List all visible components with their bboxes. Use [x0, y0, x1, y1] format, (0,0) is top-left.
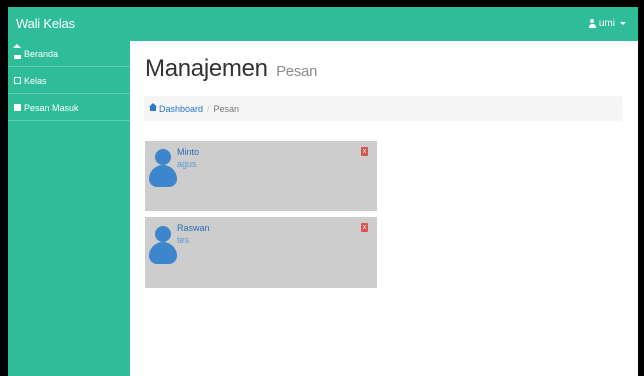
avatar	[149, 226, 177, 264]
screen-frame: Wali Kelas umi Beranda Kelas Pesan Masuk	[0, 0, 644, 376]
home-icon	[148, 102, 157, 111]
brand-link[interactable]: Wali Kelas	[16, 16, 75, 31]
user-menu[interactable]: umi	[588, 18, 626, 29]
avatar-body	[149, 165, 177, 187]
sidebar-item-label: Beranda	[24, 48, 59, 59]
sidebar-item-pesan-masuk[interactable]: Pesan Masuk	[8, 95, 130, 121]
breadcrumb-home-label: Dashboard	[159, 103, 204, 114]
home-icon	[13, 44, 21, 59]
message-text: agus	[177, 159, 197, 169]
sidebar-item-label: Kelas	[24, 75, 47, 86]
breadcrumb-current: Pesan	[213, 103, 240, 114]
top-navbar: Wali Kelas umi	[8, 7, 638, 41]
page-title-text: Manajemen	[145, 55, 268, 82]
delete-button[interactable]: x	[361, 147, 368, 156]
avatar-body	[149, 242, 177, 264]
message-card[interactable]: Raswan tes x	[145, 217, 377, 288]
breadcrumb-separator: /	[207, 103, 210, 114]
sidebar-item-label: Pesan Masuk	[24, 102, 79, 113]
avatar-head	[155, 226, 171, 242]
sidebar: Beranda Kelas Pesan Masuk	[8, 41, 130, 376]
message-icon	[14, 104, 21, 111]
breadcrumb: Dashboard / Pesan	[144, 96, 623, 121]
sidebar-item-kelas[interactable]: Kelas	[8, 68, 130, 94]
main-content: Manajemen Pesan Dashboard / Pesan Minto …	[130, 41, 638, 376]
user-name: umi	[598, 18, 615, 29]
avatar	[149, 149, 177, 187]
caret-down-icon	[620, 22, 626, 25]
page-subtitle: Pesan	[276, 63, 318, 80]
app-window: Wali Kelas umi Beranda Kelas Pesan Masuk	[8, 7, 638, 376]
user-icon	[588, 19, 596, 28]
avatar-head	[155, 149, 171, 165]
message-sender[interactable]: Minto	[177, 147, 199, 157]
page-title: Manajemen Pesan	[145, 55, 317, 83]
breadcrumb-dashboard-link[interactable]: Dashboard	[148, 102, 204, 114]
delete-button[interactable]: x	[361, 223, 368, 232]
message-sender[interactable]: Raswan	[177, 223, 210, 233]
box-icon	[14, 77, 21, 84]
sidebar-item-beranda[interactable]: Beranda	[8, 41, 130, 67]
message-text: tes	[177, 235, 190, 245]
message-card[interactable]: Minto agus x	[145, 141, 377, 211]
